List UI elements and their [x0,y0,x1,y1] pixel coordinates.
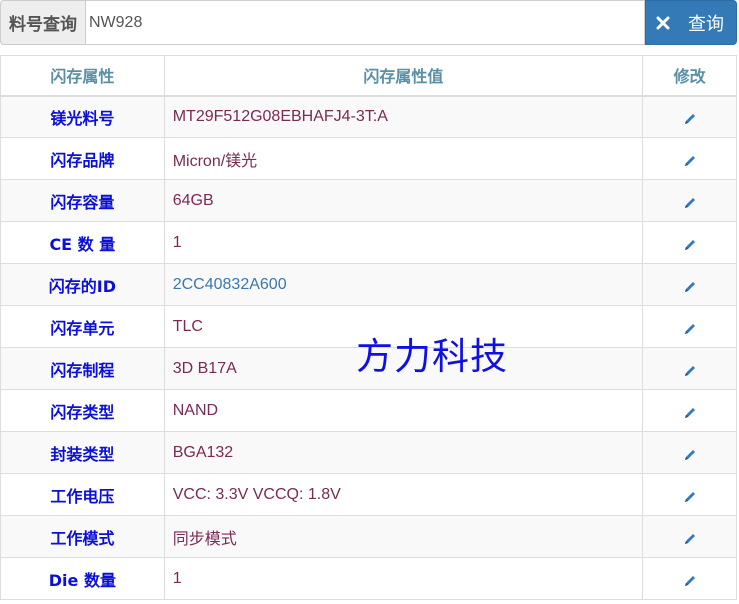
table-row: 镁光料号 MT29F512G08EBHAFJ4-3T:A [0,95,737,138]
search-label: 料号查询 [0,0,85,45]
header-attribute-value: 闪存属性值 [163,55,644,97]
attribute-value: BGA132 [163,431,644,474]
attribute-value: 1 [163,221,644,264]
table-header-row: 闪存属性 闪存属性值 修改 [0,55,737,97]
table-row: 封装类型 BGA132 [0,431,737,474]
pencil-icon[interactable] [683,531,697,545]
edit-cell [642,95,737,138]
flash-attribute-table: 闪存属性 闪存属性值 修改 镁光料号 MT29F512G08EBHAFJ4-3T:… [0,55,737,600]
pencil-icon[interactable] [683,153,697,167]
pencil-icon[interactable] [683,447,697,461]
attribute-name: 闪存单元 [0,305,165,348]
attribute-value: VCC: 3.3V VCCQ: 1.8V [163,473,644,516]
edit-cell [642,515,737,558]
edit-cell [642,431,737,474]
edit-cell [642,263,737,306]
pencil-icon[interactable] [683,237,697,251]
attribute-value: MT29F512G08EBHAFJ4-3T:A [163,95,644,138]
pencil-icon[interactable] [683,489,697,503]
pencil-icon[interactable] [683,195,697,209]
pencil-icon[interactable] [683,573,697,587]
pencil-icon[interactable] [683,321,697,335]
header-edit: 修改 [642,55,737,97]
edit-cell [642,305,737,348]
attribute-name: 闪存品牌 [0,137,165,180]
attribute-name: 闪存制程 [0,347,165,390]
attribute-value: 64GB [163,179,644,222]
pencil-icon[interactable] [683,279,697,293]
attribute-name: 封装类型 [0,431,165,474]
edit-cell [642,179,737,222]
table-row: 闪存单元 TLC [0,305,737,348]
search-button[interactable]: 查询 [645,0,737,45]
table-row: 工作电压 VCC: 3.3V VCCQ: 1.8V [0,473,737,516]
attribute-value: 2CC40832A600 [163,263,644,306]
pencil-icon[interactable] [683,363,697,377]
attribute-name: 闪存类型 [0,389,165,432]
edit-cell [642,137,737,180]
part-number-input[interactable] [85,0,645,45]
attribute-name: 镁光料号 [0,95,165,138]
attribute-name: 工作电压 [0,473,165,516]
table-row: 闪存的ID 2CC40832A600 [0,263,737,306]
attribute-name: 工作模式 [0,515,165,558]
pencil-icon[interactable] [683,405,697,419]
attribute-name: 闪存容量 [0,179,165,222]
edit-cell [642,389,737,432]
attribute-name: CE 数 量 [0,221,165,264]
table-row: 闪存容量 64GB [0,179,737,222]
edit-cell [642,557,737,600]
attribute-value: 同步模式 [163,515,644,558]
search-button-label: 查询 [688,13,724,35]
table-row: 闪存品牌 Micron/镁光 [0,137,737,180]
header-attribute: 闪存属性 [0,55,165,97]
attribute-value: NAND [163,389,644,432]
attribute-value: 1 [163,557,644,600]
table-row: CE 数 量1 [0,221,737,264]
attribute-name: 闪存的ID [0,263,165,306]
edit-cell [642,473,737,516]
edit-cell [642,221,737,264]
table-row: Die 数量 1 [0,557,737,600]
table-row: 闪存类型 NAND [0,389,737,432]
close-icon[interactable] [646,15,680,31]
edit-cell [642,347,737,390]
pencil-icon[interactable] [683,111,697,125]
table-row: 闪存制程 3D B17A [0,347,737,390]
attribute-name: Die 数量 [0,557,165,600]
table-row: 工作模式 同步模式 [0,515,737,558]
search-bar: 料号查询 查询 [0,0,737,45]
attribute-value: TLC [163,305,644,348]
attribute-value: Micron/镁光 [163,137,644,180]
attribute-value: 3D B17A [163,347,644,390]
